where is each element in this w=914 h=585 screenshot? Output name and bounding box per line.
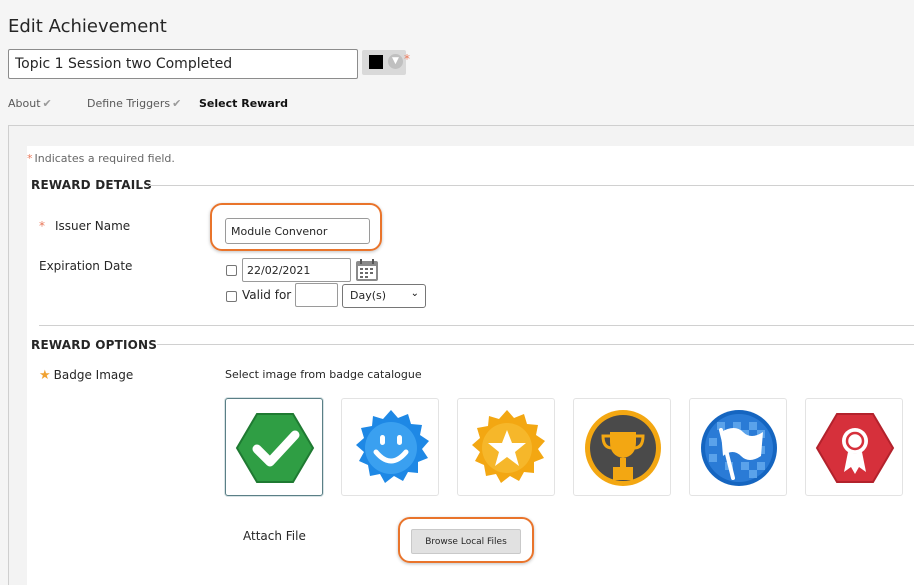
badge-catalogue-caption: Select image from badge catalogue bbox=[225, 368, 422, 381]
badge-tile-smiley[interactable] bbox=[341, 398, 439, 496]
expiration-date-checkbox[interactable] bbox=[226, 265, 237, 276]
step-select-reward[interactable]: Select Reward bbox=[199, 97, 288, 110]
valid-for-label: Valid for bbox=[242, 288, 292, 302]
flag-badge-icon bbox=[701, 410, 777, 486]
required-star: * bbox=[39, 219, 45, 233]
expiration-date-label: Expiration Date bbox=[39, 259, 133, 273]
step-about[interactable]: About ✔ bbox=[8, 97, 52, 110]
page-title: Edit Achievement bbox=[8, 16, 167, 37]
badge-tile-ribbon[interactable] bbox=[805, 398, 903, 496]
step-label: About bbox=[8, 97, 41, 110]
duration-unit-value: Day(s) bbox=[350, 289, 387, 302]
section-divider bbox=[39, 325, 914, 326]
expiration-date-input[interactable] bbox=[242, 258, 351, 282]
step-define-triggers[interactable]: Define Triggers ✔ bbox=[87, 97, 181, 110]
step-label: Select Reward bbox=[199, 97, 289, 110]
badge-tile-checkmark[interactable] bbox=[225, 398, 323, 496]
browse-local-files-button[interactable]: Browse Local Files bbox=[411, 529, 521, 554]
badge-tile-star[interactable] bbox=[457, 398, 555, 496]
ribbon-badge-icon bbox=[815, 413, 895, 483]
valid-for-input[interactable] bbox=[295, 283, 338, 307]
valid-for-checkbox[interactable] bbox=[226, 291, 237, 302]
section-header-reward-details: REWARD DETAILS bbox=[31, 178, 153, 192]
section-divider bbox=[149, 185, 914, 186]
badge-image-label: ★ Badge Image bbox=[39, 368, 134, 383]
required-star: ★ bbox=[39, 368, 51, 383]
chevron-down-icon: ▼ bbox=[388, 54, 403, 69]
checkmark-hexagon-icon bbox=[235, 413, 315, 483]
smiley-badge-icon bbox=[356, 410, 429, 483]
star-badge-icon bbox=[472, 410, 545, 483]
required-star: * bbox=[27, 152, 33, 165]
trophy-badge-icon bbox=[585, 410, 661, 486]
section-divider bbox=[157, 344, 914, 345]
calendar-icon[interactable] bbox=[355, 258, 379, 282]
reward-panel: * Indicates a required field. REWARD DETA… bbox=[8, 125, 914, 585]
issuer-name-label: * Issuer Name bbox=[39, 219, 131, 233]
issuer-name-input[interactable] bbox=[225, 218, 370, 244]
section-header-reward-options: REWARD OPTIONS bbox=[31, 338, 158, 352]
badge-tile-flag[interactable] bbox=[689, 398, 787, 496]
chevron-down-icon: ⌄ bbox=[410, 288, 419, 299]
required-note: * Indicates a required field. bbox=[27, 152, 175, 165]
step-label: Define Triggers bbox=[87, 97, 171, 110]
duration-unit-select[interactable]: Day(s) ⌄ bbox=[342, 284, 426, 308]
required-marker: * bbox=[404, 52, 410, 66]
badge-tile-trophy[interactable] bbox=[573, 398, 671, 496]
check-icon: ✔ bbox=[172, 97, 182, 110]
color-picker[interactable]: ▼ bbox=[362, 50, 406, 75]
color-swatch bbox=[369, 55, 383, 69]
reward-panel-body: * Indicates a required field. REWARD DETA… bbox=[27, 146, 914, 585]
check-icon: ✔ bbox=[42, 97, 52, 110]
achievement-title-input[interactable] bbox=[8, 49, 358, 79]
attach-file-label: Attach File bbox=[243, 529, 306, 543]
